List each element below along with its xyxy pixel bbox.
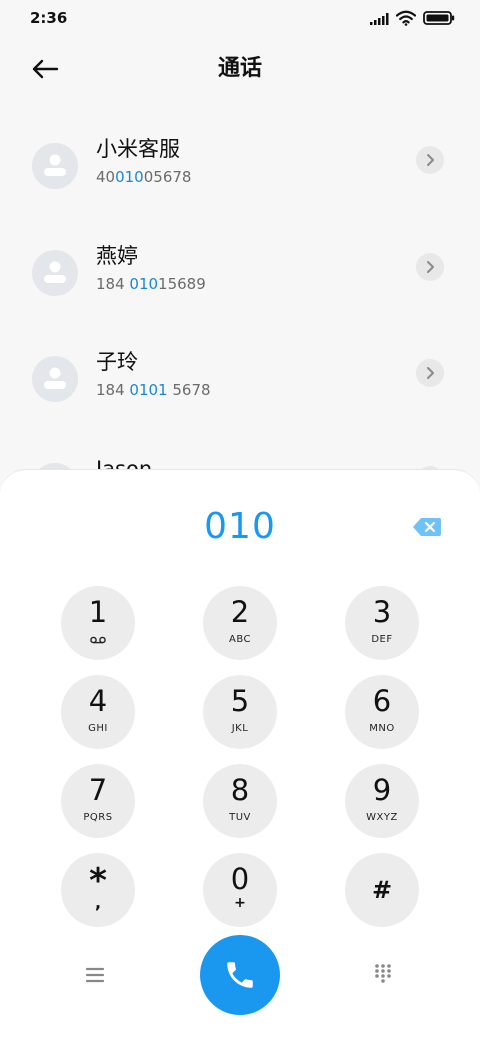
contact-number: 184 0101 5678 (96, 379, 211, 401)
dialpad-icon (375, 964, 391, 983)
call-button[interactable] (200, 935, 280, 1015)
number-match: 010 (129, 275, 159, 293)
key-digit: 0 (230, 862, 250, 896)
contact-name: 小米客服 (96, 137, 180, 161)
number-suffix: 5678 (167, 381, 211, 399)
key-4[interactable]: 4 GHI (61, 675, 135, 749)
key-star[interactable]: * , (61, 853, 135, 927)
menu-icon (85, 967, 105, 983)
key-9[interactable]: 9 WXYZ (345, 764, 419, 838)
dialer-panel: 010 1 2 ABC 3 DEF 4 GHI 5 JKL 6 MNO 7 PQ… (0, 469, 480, 1040)
contact-detail-button[interactable] (416, 359, 444, 387)
key-digit: 4 (88, 684, 108, 718)
key-letters: ABC (228, 634, 251, 645)
number-prefix: 184 (96, 275, 130, 293)
key-7[interactable]: 7 PQRS (61, 764, 135, 838)
chevron-right-icon (427, 367, 434, 379)
voicemail-icon (90, 636, 106, 644)
key-3[interactable]: 3 DEF (345, 586, 419, 660)
page-title: 通话 (217, 56, 262, 81)
wifi-icon (396, 10, 416, 26)
signal-icon (370, 13, 389, 25)
avatar (32, 356, 78, 402)
dialer-screen: 2:36 通话 小米客服 4001005678 燕婷 184 01015689 … (0, 0, 480, 1040)
phone-icon (227, 962, 253, 988)
chevron-right-icon (427, 154, 434, 166)
dialed-number: 010 (204, 506, 276, 547)
key-1[interactable]: 1 (61, 586, 135, 660)
contact-detail-button[interactable] (416, 146, 444, 174)
key-letters: DEF (371, 634, 393, 645)
number-match: 0101 (129, 381, 168, 399)
contact-name: 燕婷 (96, 244, 138, 268)
backspace-icon (413, 518, 441, 536)
key-letters: PQRS (83, 812, 113, 823)
key-digit: 9 (372, 773, 392, 807)
person-icon (44, 154, 66, 176)
status-time: 2:36 (30, 9, 68, 27)
key-digit: 3 (372, 595, 392, 629)
key-5[interactable]: 5 JKL (203, 675, 277, 749)
chevron-right-icon (427, 261, 434, 273)
key-letters: JKL (231, 723, 249, 734)
number-match: 010 (115, 168, 144, 186)
key-digit: 1 (88, 595, 108, 629)
key-digit: 5 (230, 684, 250, 718)
battery-icon (423, 11, 455, 25)
contact-row[interactable]: 子玲 184 0101 5678 (0, 345, 480, 425)
key-digit: 6 (372, 684, 392, 718)
delete-button[interactable] (412, 515, 442, 539)
key-letters: WXYZ (366, 812, 398, 823)
dialpad-toggle-button[interactable] (368, 960, 398, 990)
number-suffix: 15689 (158, 275, 206, 293)
key-letters: TUV (229, 812, 251, 823)
key-letters: + (234, 895, 246, 911)
key-letters: MNO (369, 723, 395, 734)
key-digit: 8 (230, 773, 250, 807)
contact-number: 184 01015689 (96, 273, 206, 295)
person-icon (44, 261, 66, 283)
status-bar: 2:36 (0, 0, 480, 40)
contact-detail-button[interactable] (416, 253, 444, 281)
key-2[interactable]: 2 ABC (203, 586, 277, 660)
avatar (32, 143, 78, 189)
key-digit: # (371, 876, 393, 904)
number-prefix: 40 (96, 168, 116, 186)
number-suffix: 05678 (143, 168, 192, 186)
key-letters: , (94, 893, 102, 912)
menu-button[interactable] (80, 960, 110, 990)
person-icon (44, 367, 66, 389)
avatar (32, 250, 78, 296)
key-hash[interactable]: # (345, 853, 419, 927)
contact-name: 子玲 (96, 350, 138, 374)
key-6[interactable]: 6 MNO (345, 675, 419, 749)
key-digit: 7 (88, 773, 108, 807)
key-digit: 2 (230, 595, 250, 629)
key-letters: GHI (88, 723, 108, 734)
contact-row[interactable]: 燕婷 184 01015689 (0, 239, 480, 319)
contact-number: 4001005678 (96, 166, 191, 188)
number-prefix: 184 (96, 381, 130, 399)
key-8[interactable]: 8 TUV (203, 764, 277, 838)
contact-row[interactable]: 小米客服 4001005678 (0, 132, 480, 212)
key-0[interactable]: 0 + (203, 853, 277, 927)
